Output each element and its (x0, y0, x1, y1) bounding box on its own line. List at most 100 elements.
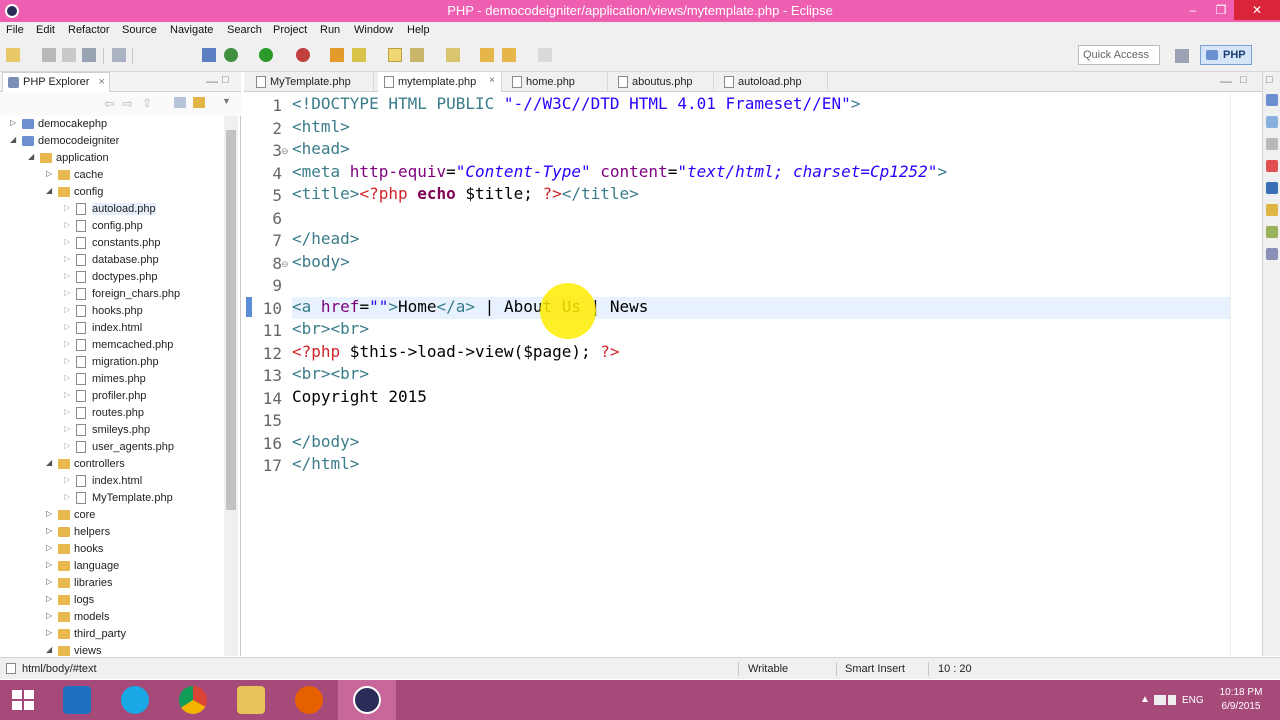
tree-item[interactable]: ▷ profiler.php (0, 388, 224, 405)
tree-item[interactable]: ▷ cache (0, 167, 224, 184)
forward-nav-icon[interactable]: ⇨ (122, 96, 133, 112)
taskbar-outlook[interactable] (48, 680, 106, 720)
code-line[interactable]: <!DOCTYPE HTML PUBLIC "-//W3C//DTD HTML … (292, 94, 1232, 116)
tree-item[interactable]: ▷ memcached.php (0, 337, 224, 354)
maximize-editor-icon[interactable]: □ (1240, 74, 1247, 86)
taskbar-firefox[interactable] (280, 680, 338, 720)
last-edit-location-icon[interactable] (480, 48, 494, 62)
code-line[interactable]: <?php $this->load->view($page); ?> (292, 342, 1232, 364)
editor-tab[interactable]: home.php (506, 72, 608, 92)
menu-navigate[interactable]: Navigate (170, 24, 213, 36)
php-perspective-button[interactable]: PHP (1200, 45, 1252, 65)
tree-item[interactable]: ◢ controllers (0, 456, 224, 473)
toggle-mark-occurrences-icon[interactable] (388, 48, 402, 62)
taskbar-explorer[interactable] (222, 680, 280, 720)
code-line[interactable]: </html> (292, 454, 1232, 476)
code-line[interactable]: Copyright 2015 (292, 387, 1232, 409)
skip-breakpoints-icon[interactable] (202, 48, 216, 62)
tree-item[interactable]: ▷ MyTemplate.php (0, 490, 224, 507)
expand-arrow-icon[interactable]: ▷ (64, 441, 70, 450)
debug-icon[interactable] (224, 48, 238, 62)
collapse-arrow-icon[interactable]: ◢ (46, 458, 52, 467)
tree-item[interactable]: ▷ user_agents.php (0, 439, 224, 456)
taskbar-chrome[interactable] (164, 680, 222, 720)
expand-arrow-icon[interactable]: ▷ (64, 373, 70, 382)
print-icon[interactable] (82, 48, 96, 62)
problems-icon[interactable] (1266, 138, 1278, 150)
maximize-view-icon[interactable]: □ (222, 74, 229, 86)
menu-file[interactable]: File (6, 24, 24, 36)
status-insert-mode[interactable]: Smart Insert (845, 663, 905, 675)
fold-toggle-icon[interactable]: ⊖ (281, 146, 289, 157)
menu-search[interactable]: Search (227, 24, 262, 36)
code-line[interactable] (292, 409, 1232, 431)
up-icon[interactable]: ⇧ (142, 96, 152, 110)
taskbar-skype[interactable] (106, 680, 164, 720)
next-annotation-icon[interactable] (446, 48, 460, 62)
browser-icon[interactable] (1266, 182, 1278, 194)
code-line[interactable]: <title><?php echo $title; ?></title> (292, 184, 1232, 206)
expand-arrow-icon[interactable]: ▷ (64, 390, 70, 399)
expand-arrow-icon[interactable]: ▷ (46, 169, 52, 178)
code-line[interactable]: <head> (292, 139, 1232, 161)
tree-item[interactable]: ▷ config.php (0, 218, 224, 235)
menu-project[interactable]: Project (273, 24, 307, 36)
collapse-arrow-icon[interactable]: ◢ (10, 135, 16, 144)
search-view-icon[interactable] (1266, 204, 1278, 216)
functions-icon[interactable] (1266, 248, 1278, 260)
expand-arrow-icon[interactable]: ▷ (64, 254, 70, 263)
expand-arrow-icon[interactable]: ▷ (64, 220, 70, 229)
editor-scrollbar[interactable] (1230, 92, 1244, 656)
code-line[interactable]: <meta http-equiv="Content-Type" content=… (292, 162, 1232, 184)
code-area[interactable]: <!DOCTYPE HTML PUBLIC "-//W3C//DTD HTML … (292, 92, 1232, 656)
minimize-editor-icon[interactable]: — (1220, 74, 1232, 88)
link-with-editor-icon[interactable] (193, 97, 205, 108)
tree-item[interactable]: ▷ hooks.php (0, 303, 224, 320)
expand-arrow-icon[interactable]: ▷ (64, 407, 70, 416)
clock-date[interactable]: 6/9/2015 (1218, 701, 1264, 712)
tree-item[interactable]: ▷ logs (0, 592, 224, 609)
tree-item[interactable]: ▷ smileys.php (0, 422, 224, 439)
tree-item[interactable]: ▷ third_party (0, 626, 224, 643)
menu-source[interactable]: Source (122, 24, 157, 36)
volume-icon[interactable] (1168, 695, 1176, 705)
code-line[interactable]: </head> (292, 229, 1232, 251)
run-icon[interactable] (259, 48, 273, 62)
expand-arrow-icon[interactable]: ▷ (64, 339, 70, 348)
expand-arrow-icon[interactable]: ▷ (10, 118, 16, 127)
tree-item[interactable]: ▷ helpers (0, 524, 224, 541)
tree-scrollbar[interactable] (224, 116, 238, 656)
outline-icon[interactable] (1266, 94, 1278, 106)
fold-toggle-icon[interactable]: ⊖ (281, 259, 289, 270)
close-tab-icon[interactable]: × (99, 76, 105, 88)
expand-arrow-icon[interactable]: ▷ (64, 288, 70, 297)
editor-tab[interactable]: aboutus.php (612, 72, 714, 92)
tree-item[interactable]: ▷ language (0, 558, 224, 575)
windows-start-icon[interactable] (12, 690, 34, 710)
network-icon[interactable] (1154, 695, 1166, 705)
tree-item[interactable]: ▷ core (0, 507, 224, 524)
tree-item[interactable]: ▷ index.html (0, 473, 224, 490)
code-line[interactable]: <body> (292, 252, 1232, 274)
back-icon[interactable] (502, 48, 516, 62)
minimize-view-icon[interactable]: — (206, 74, 218, 88)
collapse-arrow-icon[interactable]: ◢ (28, 152, 34, 161)
restore-icon[interactable]: □ (1266, 74, 1273, 86)
toggle-block-selection-icon[interactable] (410, 48, 424, 62)
expand-arrow-icon[interactable]: ▷ (46, 577, 52, 586)
code-line[interactable]: <br><br> (292, 319, 1232, 341)
expand-arrow-icon[interactable]: ▷ (46, 594, 52, 603)
tree-item[interactable]: ▷ index.html (0, 320, 224, 337)
tree-item[interactable]: ▷ migration.php (0, 354, 224, 371)
quick-access-input[interactable]: Quick Access (1078, 45, 1160, 65)
show-hidden-icons-icon[interactable]: ▲ (1140, 694, 1150, 705)
open-perspective-icon[interactable] (1175, 49, 1189, 63)
close-button[interactable]: ✕ (1234, 0, 1280, 20)
expand-arrow-icon[interactable]: ▷ (46, 560, 52, 569)
expand-arrow-icon[interactable]: ▷ (46, 628, 52, 637)
external-tools-icon[interactable] (296, 48, 310, 62)
expand-arrow-icon[interactable]: ▷ (46, 543, 52, 552)
editor-tab[interactable]: mytemplate.php × (378, 72, 502, 92)
tree-item[interactable]: ▷ hooks (0, 541, 224, 558)
php-explorer-tab[interactable]: PHP Explorer × (2, 72, 110, 92)
